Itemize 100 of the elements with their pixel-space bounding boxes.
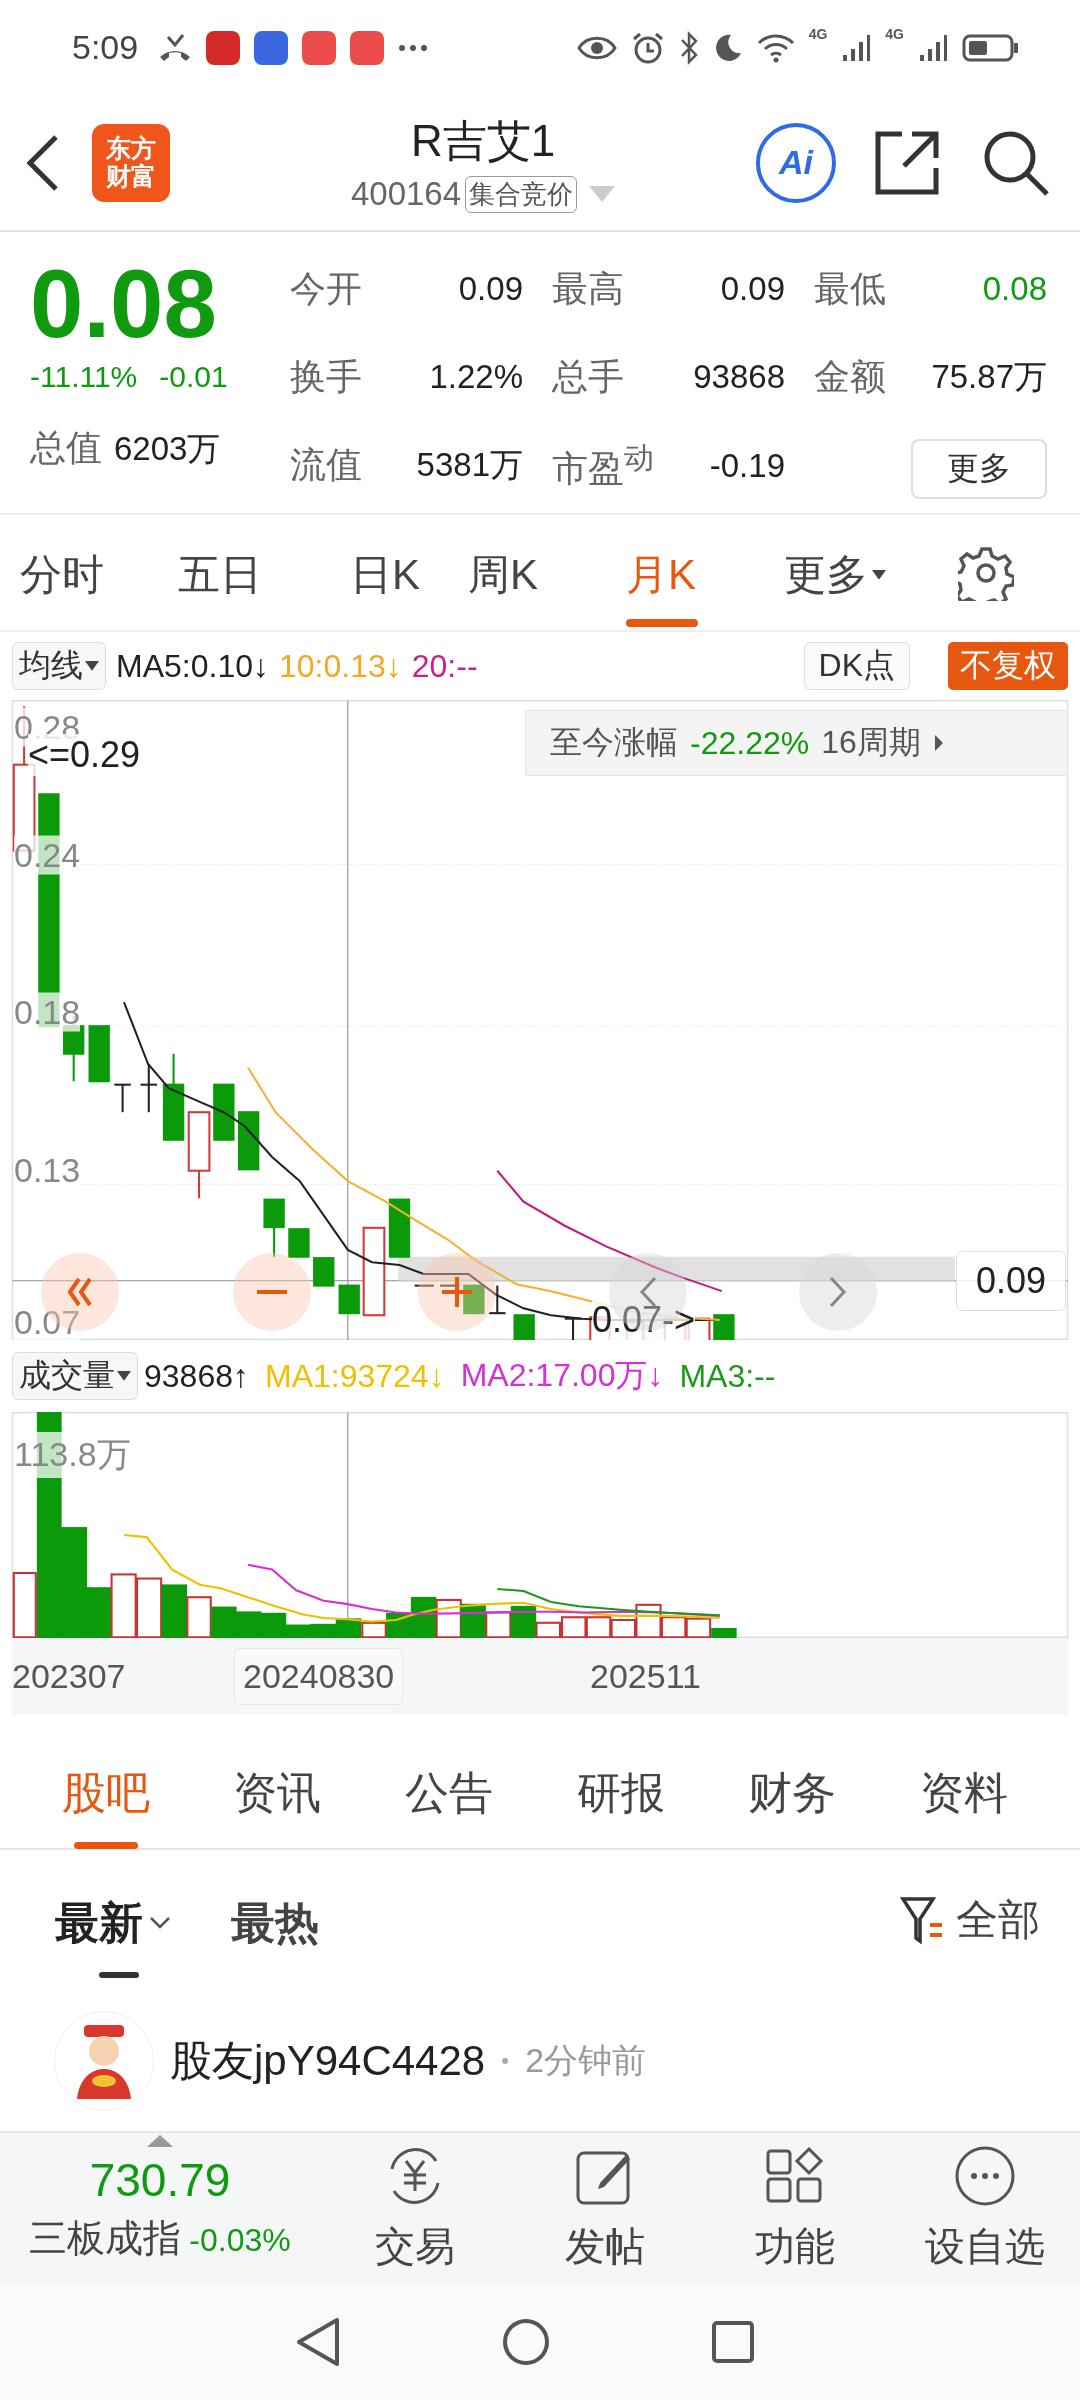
post-time: 2分钟前 bbox=[525, 2039, 647, 2081]
more-notifications-icon bbox=[398, 43, 429, 52]
app-notification-icon bbox=[206, 30, 241, 65]
date-label: 202307 bbox=[12, 1657, 126, 1696]
candle bbox=[489, 1285, 506, 1315]
stat-value: 75.87万 bbox=[931, 356, 1047, 397]
stat-value: 0.08 bbox=[982, 270, 1047, 308]
recents-nav-icon[interactable] bbox=[711, 2320, 755, 2364]
candle bbox=[713, 1314, 735, 1340]
dk-button[interactable]: DK点 bbox=[803, 642, 910, 690]
filter-button[interactable]: 全部 bbox=[894, 1891, 1046, 1949]
back-nav-icon[interactable] bbox=[295, 2316, 341, 2368]
content-tab[interactable]: 股吧 bbox=[61, 1744, 150, 1849]
stat-value: 93868 bbox=[693, 358, 785, 397]
signal-icon bbox=[841, 32, 872, 63]
content-tab[interactable]: 财务 bbox=[748, 1744, 837, 1849]
period-tab[interactable]: 日K bbox=[350, 526, 468, 627]
network-type-label: 4G bbox=[885, 26, 904, 42]
app-notification-icon bbox=[350, 30, 385, 65]
candle bbox=[288, 1228, 310, 1258]
volume-bar bbox=[161, 1584, 187, 1638]
period-tab[interactable]: 月K bbox=[626, 526, 784, 627]
zoom-out-icon bbox=[257, 1290, 287, 1294]
stat-label: 总值 bbox=[30, 426, 102, 470]
battery-icon bbox=[962, 32, 1020, 63]
period-tab[interactable]: 更多 bbox=[784, 526, 944, 627]
caret-icon bbox=[117, 1371, 131, 1381]
network-type-label: 4G bbox=[808, 26, 828, 42]
candle bbox=[213, 1083, 235, 1141]
content-tab[interactable]: 资料 bbox=[920, 1744, 1009, 1849]
caret-icon bbox=[85, 661, 99, 671]
app-logo: 东方 财富 bbox=[92, 123, 170, 202]
bluetooth-icon bbox=[678, 30, 699, 65]
volume-bar bbox=[211, 1606, 237, 1638]
chevron-left-icon bbox=[639, 1276, 657, 1308]
candle bbox=[88, 1025, 110, 1083]
candle bbox=[388, 1198, 411, 1258]
stat-value: 6203万 bbox=[114, 429, 221, 469]
trading-phase-badge: 集合竞价 bbox=[465, 175, 578, 213]
range-periods: 16周期 bbox=[821, 723, 921, 762]
ma-value: 20:-- bbox=[411, 647, 478, 685]
toolbar-button[interactable]: 功能 bbox=[700, 2142, 890, 2275]
volume-ma-value: MA3:-- bbox=[679, 1357, 776, 1395]
sort-tab[interactable]: 最热 bbox=[231, 1878, 319, 1978]
adjustment-button[interactable]: 不复权 bbox=[948, 642, 1068, 690]
stat-value: 5381万 bbox=[416, 445, 523, 486]
change-percent: -11.11% bbox=[30, 360, 138, 394]
stat-value: 1.22% bbox=[429, 358, 523, 397]
ma-value: 10:0.13↓ bbox=[278, 647, 402, 685]
content-tab[interactable]: 研报 bbox=[576, 1744, 665, 1849]
home-nav-icon[interactable] bbox=[501, 2317, 551, 2367]
sort-tab[interactable]: 最新 bbox=[55, 1878, 171, 1978]
candle bbox=[513, 1314, 535, 1340]
indicator-dropdown[interactable]: 均线 bbox=[12, 642, 106, 690]
app-notification-icon bbox=[254, 30, 289, 65]
share-icon[interactable] bbox=[874, 129, 940, 196]
signal-icon bbox=[918, 32, 948, 63]
content-tab[interactable]: 公告 bbox=[405, 1744, 494, 1849]
candle bbox=[414, 1284, 434, 1287]
change-amount: -0.01 bbox=[159, 360, 228, 394]
index-value: 730.79 bbox=[89, 2153, 231, 2207]
stat-value: 0.09 bbox=[458, 270, 523, 308]
date-label: 20240830 bbox=[234, 1648, 404, 1705]
period-tab[interactable]: 周K bbox=[468, 526, 626, 627]
app-notification-icon bbox=[302, 30, 337, 65]
content-tab[interactable]: 资讯 bbox=[233, 1744, 322, 1849]
axis-label: 113.8万 bbox=[14, 1432, 131, 1478]
candle bbox=[564, 1317, 582, 1340]
separator-dot-icon bbox=[501, 2056, 510, 2065]
candle bbox=[463, 1284, 485, 1315]
zoom-in-button[interactable] bbox=[418, 1253, 496, 1331]
toolbar-button[interactable]: 设自选 bbox=[890, 2142, 1080, 2275]
candle bbox=[140, 1064, 158, 1113]
chevron-right-icon bbox=[829, 1276, 847, 1308]
toolbar-button[interactable]: 交易 bbox=[320, 2142, 510, 2275]
stat-label: 最低 bbox=[814, 266, 886, 311]
period-tab[interactable]: 五日 bbox=[178, 526, 350, 627]
user-name[interactable]: 股友jpY94C4428 bbox=[170, 2032, 486, 2089]
last-price: 0.08 bbox=[30, 254, 218, 354]
stat-label: 总手 bbox=[552, 354, 624, 399]
expand-up-icon[interactable] bbox=[147, 2135, 173, 2147]
more-button[interactable]: 更多 bbox=[911, 438, 1047, 499]
ma-value: MA5:0.10↓ bbox=[116, 647, 269, 685]
ai-button[interactable]: Ai bbox=[756, 122, 836, 203]
arrow-right-icon bbox=[932, 733, 945, 753]
stat-label: 今开 bbox=[290, 266, 362, 311]
period-tab[interactable]: 分时 bbox=[20, 526, 178, 627]
zoom-in-icon bbox=[442, 1277, 472, 1307]
settings-icon[interactable] bbox=[958, 544, 1014, 601]
stat-label: 流值 bbox=[290, 443, 362, 488]
toolbar-button[interactable]: 发帖 bbox=[510, 2142, 700, 2275]
volume-indicator-dropdown[interactable]: 成交量 bbox=[12, 1352, 138, 1400]
range-change-panel[interactable]: 至今涨幅 -22.22% 16周期 bbox=[525, 710, 1068, 776]
stat-value: -0.19 bbox=[709, 446, 785, 485]
rewind-icon bbox=[67, 1277, 93, 1307]
stock-code: 400164 bbox=[350, 175, 462, 213]
stat-value: 0.09 bbox=[720, 270, 785, 308]
stat-label: 最高 bbox=[552, 266, 624, 311]
stat-label: 金额 bbox=[814, 354, 886, 399]
volume-ma-value: MA2:17.00万↓ bbox=[460, 1356, 664, 1395]
